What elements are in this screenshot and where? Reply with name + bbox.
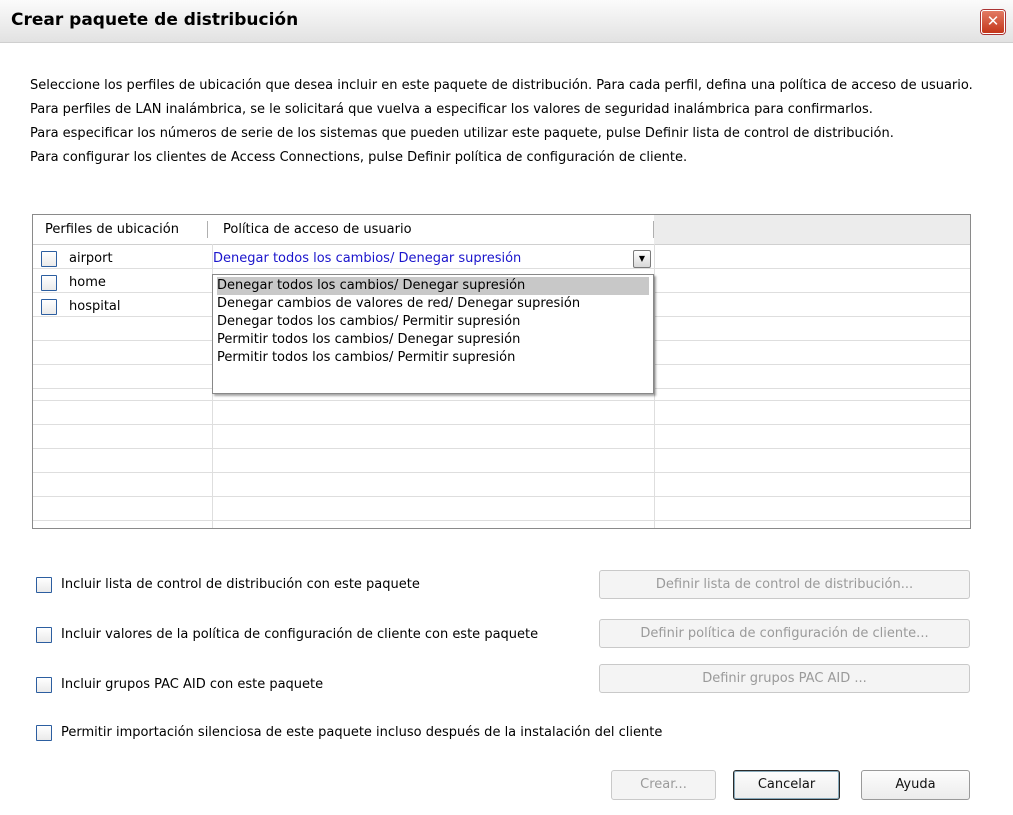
title-bar: Crear paquete de distribución ✕ <box>0 0 1013 43</box>
profile-checkbox[interactable] <box>41 299 57 315</box>
silent-import-label: Permitir importación silenciosa de este … <box>61 725 663 740</box>
profile-name: airport <box>69 251 113 266</box>
instruction-text: Seleccione los perfiles de ubicación que… <box>30 78 973 93</box>
define-policy-button[interactable]: Definir política de configuración de cli… <box>599 619 970 648</box>
instruction-text: Para configurar los clientes de Access C… <box>30 150 688 165</box>
chevron-down-icon[interactable]: ▼ <box>633 250 651 268</box>
define-pac-button[interactable]: Definir grupos PAC AID ... <box>599 664 970 693</box>
include-pac-label: Incluir grupos PAC AID con este paquete <box>61 677 324 692</box>
column-header-profiles[interactable]: Perfiles de ubicación <box>45 222 179 237</box>
include-policy-checkbox[interactable] <box>36 627 52 643</box>
profile-name: hospital <box>69 299 121 314</box>
profiles-table: Perfiles de ubicación Política de acceso… <box>32 214 971 529</box>
close-icon[interactable]: ✕ <box>981 10 1005 34</box>
instruction-text: Para especificar los números de serie de… <box>30 126 894 141</box>
define-acl-button[interactable]: Definir lista de control de distribución… <box>599 570 970 599</box>
policy-option[interactable]: Denegar cambios de valores de red/ Deneg… <box>217 295 649 313</box>
include-policy-label: Incluir valores de la política de config… <box>61 627 539 642</box>
profile-checkbox[interactable] <box>41 275 57 291</box>
include-acl-label: Incluir lista de control de distribución… <box>61 577 420 592</box>
policy-option[interactable]: Permitir todos los cambios/ Denegar supr… <box>217 331 649 349</box>
create-distribution-package-dialog: Crear paquete de distribución ✕ Seleccio… <box>0 0 1013 815</box>
create-button[interactable]: Crear... <box>611 770 716 800</box>
policy-option[interactable]: Permitir todos los cambios/ Permitir sup… <box>217 349 649 367</box>
table-header: Perfiles de ubicación Política de acceso… <box>33 215 970 245</box>
column-header-policy[interactable]: Política de acceso de usuario <box>223 222 412 237</box>
policy-select[interactable]: Denegar todos los cambios/ Denegar supre… <box>213 248 653 268</box>
profile-checkbox[interactable] <box>41 251 57 267</box>
include-pac-checkbox[interactable] <box>36 677 52 693</box>
silent-import-checkbox[interactable] <box>36 725 52 741</box>
policy-select-value: Denegar todos los cambios/ Denegar supre… <box>213 251 522 266</box>
profile-name: home <box>69 275 106 290</box>
help-button[interactable]: Ayuda <box>861 770 970 800</box>
instructions: Seleccione los perfiles de ubicación que… <box>30 77 990 167</box>
window-title: Crear paquete de distribución <box>11 10 299 30</box>
policy-dropdown-list: Denegar todos los cambios/ Denegar supre… <box>212 274 654 394</box>
instruction-text: Para perfiles de LAN inalámbrica, se le … <box>30 102 873 117</box>
include-acl-checkbox[interactable] <box>36 577 52 593</box>
cancel-button[interactable]: Cancelar <box>733 770 840 800</box>
policy-option[interactable]: Denegar todos los cambios/ Denegar supre… <box>217 277 649 295</box>
policy-option[interactable]: Denegar todos los cambios/ Permitir supr… <box>217 313 649 331</box>
